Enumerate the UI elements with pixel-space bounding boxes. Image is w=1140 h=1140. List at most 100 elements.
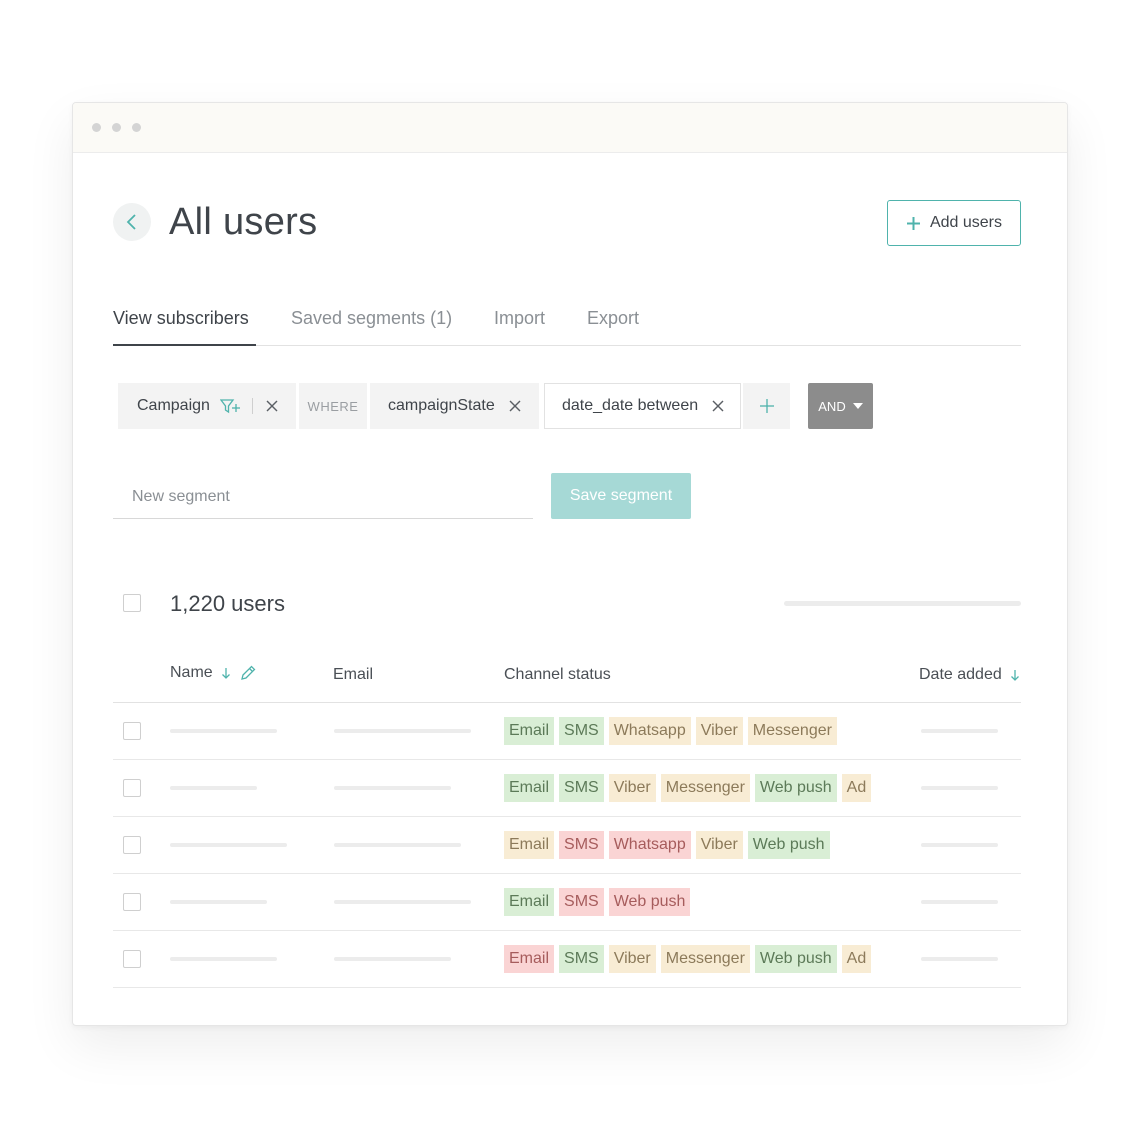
channel-tag: Messenger [747, 717, 837, 745]
tab-view-subscribers[interactable]: View subscribers [113, 308, 249, 329]
save-segment-button[interactable]: Save segment [551, 473, 691, 519]
column-channel-status-label: Channel status [504, 666, 611, 683]
back-button[interactable] [113, 203, 151, 241]
channel-tags: Email SMS Viber Messenger Web push Ad [504, 774, 872, 802]
channel-tag: SMS [559, 888, 604, 916]
row-checkbox[interactable] [123, 893, 141, 911]
channel-tag: Web push [608, 888, 691, 916]
table-row[interactable]: Email SMS Web push [113, 874, 1021, 931]
window-dot-close[interactable] [92, 123, 101, 132]
close-icon[interactable] [509, 400, 521, 412]
column-header-name[interactable]: Name [170, 664, 257, 682]
name-placeholder [170, 843, 287, 847]
table-row[interactable]: Email SMS Whatsapp Viber Messenger [113, 703, 1021, 760]
campaign-state-label: campaignState [388, 397, 495, 414]
arrow-down-icon[interactable] [221, 667, 231, 679]
window-dot-minimize[interactable] [112, 123, 121, 132]
window-dot-maximize[interactable] [132, 123, 141, 132]
date-placeholder [921, 843, 998, 847]
channel-tag: Web push [754, 774, 837, 802]
tab-import[interactable]: Import [494, 308, 545, 329]
name-placeholder [170, 957, 277, 961]
row-checkbox[interactable] [123, 779, 141, 797]
channel-tag: Email [504, 945, 555, 973]
logic-operator-dropdown[interactable]: AND [808, 383, 873, 429]
caret-down-icon [852, 403, 863, 409]
channel-tag: SMS [559, 831, 604, 859]
column-header-date-added[interactable]: Date added [919, 666, 1020, 684]
channel-tags: Email SMS Viber Messenger Web push Ad [504, 945, 872, 973]
chevron-left-icon [126, 214, 136, 230]
column-header-email[interactable]: Email [333, 666, 373, 684]
tab-saved-segments[interactable]: Saved segments (1) [291, 308, 452, 329]
channel-tag: Viber [608, 945, 656, 973]
column-header-channel-status[interactable]: Channel status [504, 666, 611, 684]
channel-tag: Viber [695, 831, 743, 859]
channel-tags: Email SMS Whatsapp Viber Web push [504, 831, 830, 859]
email-placeholder [334, 900, 471, 904]
loading-placeholder [784, 601, 1021, 606]
channel-tag: Email [504, 774, 555, 802]
channel-tag: Messenger [660, 774, 750, 802]
channel-tag: Whatsapp [608, 831, 691, 859]
plus-icon [759, 399, 774, 413]
date-between-label: date_date between [562, 397, 699, 414]
campaign-filter-chip[interactable]: Campaign [118, 383, 296, 429]
email-placeholder [334, 786, 451, 790]
campaign-filter-label: Campaign [137, 397, 210, 414]
row-checkbox[interactable] [123, 722, 141, 740]
filter-plus-icon[interactable] [219, 398, 240, 414]
table-row[interactable]: Email SMS Viber Messenger Web push Ad [113, 760, 1021, 817]
pencil-icon[interactable] [239, 664, 257, 682]
close-icon[interactable] [712, 400, 724, 412]
channel-tag: Viber [608, 774, 656, 802]
close-icon[interactable] [266, 400, 278, 412]
email-placeholder [334, 957, 451, 961]
add-users-button[interactable]: Add users [887, 200, 1021, 246]
channel-tag: Email [504, 888, 555, 916]
name-placeholder [170, 786, 257, 790]
active-tab-indicator [113, 344, 256, 346]
channel-tag: SMS [559, 774, 604, 802]
table-row[interactable]: Email SMS Viber Messenger Web push Ad [113, 931, 1021, 988]
arrow-down-icon[interactable] [1010, 669, 1020, 681]
new-segment-input[interactable] [113, 475, 533, 519]
chip-separator [251, 398, 253, 414]
channel-tag: Email [504, 717, 555, 745]
select-all-checkbox[interactable] [123, 594, 141, 612]
campaign-state-chip[interactable]: campaignState [370, 383, 539, 429]
where-label: WHERE [307, 398, 359, 414]
channel-tags: Email SMS Web push [504, 888, 691, 916]
add-condition-button[interactable] [743, 383, 790, 429]
tab-bar: View subscribers Saved segments (1) Impo… [113, 303, 1021, 346]
user-count: 1,220 users [170, 591, 285, 616]
channel-tag: Web push [747, 831, 830, 859]
browser-window: All users Add users View subscribers Sav… [72, 102, 1068, 1026]
plus-icon [906, 216, 920, 230]
column-date-added-label: Date added [919, 666, 1002, 683]
channel-tag: Email [504, 831, 555, 859]
page-title: All users [169, 201, 318, 243]
channel-tag: SMS [559, 717, 604, 745]
channel-tag: Web push [754, 945, 837, 973]
email-placeholder [334, 843, 461, 847]
table-row[interactable]: Email SMS Whatsapp Viber Web push [113, 817, 1021, 874]
date-placeholder [921, 729, 998, 733]
date-between-chip[interactable]: date_date between [544, 383, 741, 429]
row-checkbox[interactable] [123, 950, 141, 968]
column-name-label: Name [170, 664, 213, 681]
name-placeholder [170, 900, 267, 904]
channel-tag: Ad [841, 945, 872, 973]
date-placeholder [921, 900, 998, 904]
channel-tag: Ad [841, 774, 872, 802]
channel-tag: SMS [559, 945, 604, 973]
where-chip: WHERE [299, 383, 367, 429]
tab-export[interactable]: Export [587, 308, 639, 329]
email-placeholder [334, 729, 471, 733]
logic-operator-label: AND [818, 398, 846, 414]
window-titlebar [73, 103, 1067, 153]
channel-tags: Email SMS Whatsapp Viber Messenger [504, 717, 837, 745]
channel-tag: Viber [695, 717, 743, 745]
date-placeholder [921, 786, 998, 790]
row-checkbox[interactable] [123, 836, 141, 854]
